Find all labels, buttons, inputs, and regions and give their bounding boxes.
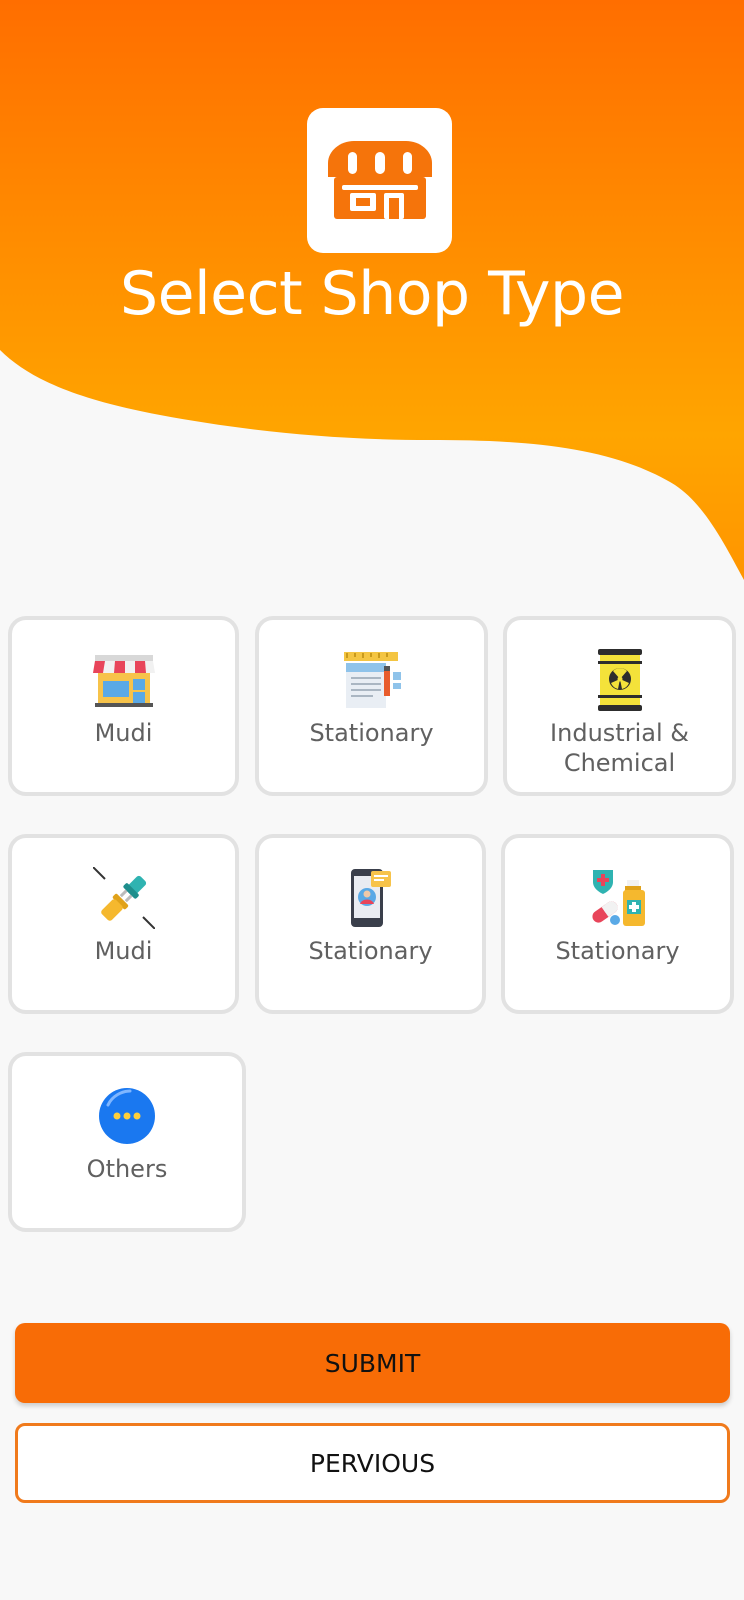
shop-type-card-stationary[interactable]: Stationary: [255, 616, 488, 796]
storefront-icon: [89, 650, 159, 710]
shop-icon: [307, 108, 452, 253]
previous-button[interactable]: PERVIOUS: [15, 1423, 730, 1503]
shop-type-label: Others: [86, 1155, 168, 1183]
shop-type-label: Industrial & Chemical: [550, 719, 689, 777]
more-dots-icon: [92, 1086, 162, 1146]
shop-type-card-stationary[interactable]: Stationary: [255, 834, 486, 1014]
shop-type-card-mudi[interactable]: Mudi: [8, 834, 239, 1014]
shop-type-card-mudi[interactable]: Mudi: [8, 616, 239, 796]
page-title: Select Shop Type: [120, 259, 624, 329]
medicine-icon: [583, 868, 653, 928]
shop-type-label: Stationary: [555, 937, 680, 965]
shop-type-label: Mudi: [94, 937, 153, 965]
shop-type-label: Mudi: [94, 719, 153, 747]
shop-type-label: Stationary: [309, 719, 434, 747]
shop-type-label: Stationary: [308, 937, 433, 965]
mobile-phone-icon: [336, 868, 406, 928]
hazard-barrel-icon: [585, 649, 655, 711]
electric-plug-icon: [89, 867, 159, 929]
shop-type-card-industrial-chemical[interactable]: Industrial & Chemical: [503, 616, 736, 796]
notepad-pencil-icon: [337, 650, 407, 710]
shop-type-card-others[interactable]: Others: [8, 1052, 246, 1232]
submit-button[interactable]: SUBMIT: [15, 1323, 730, 1403]
shop-type-card-stationary[interactable]: Stationary: [501, 834, 734, 1014]
